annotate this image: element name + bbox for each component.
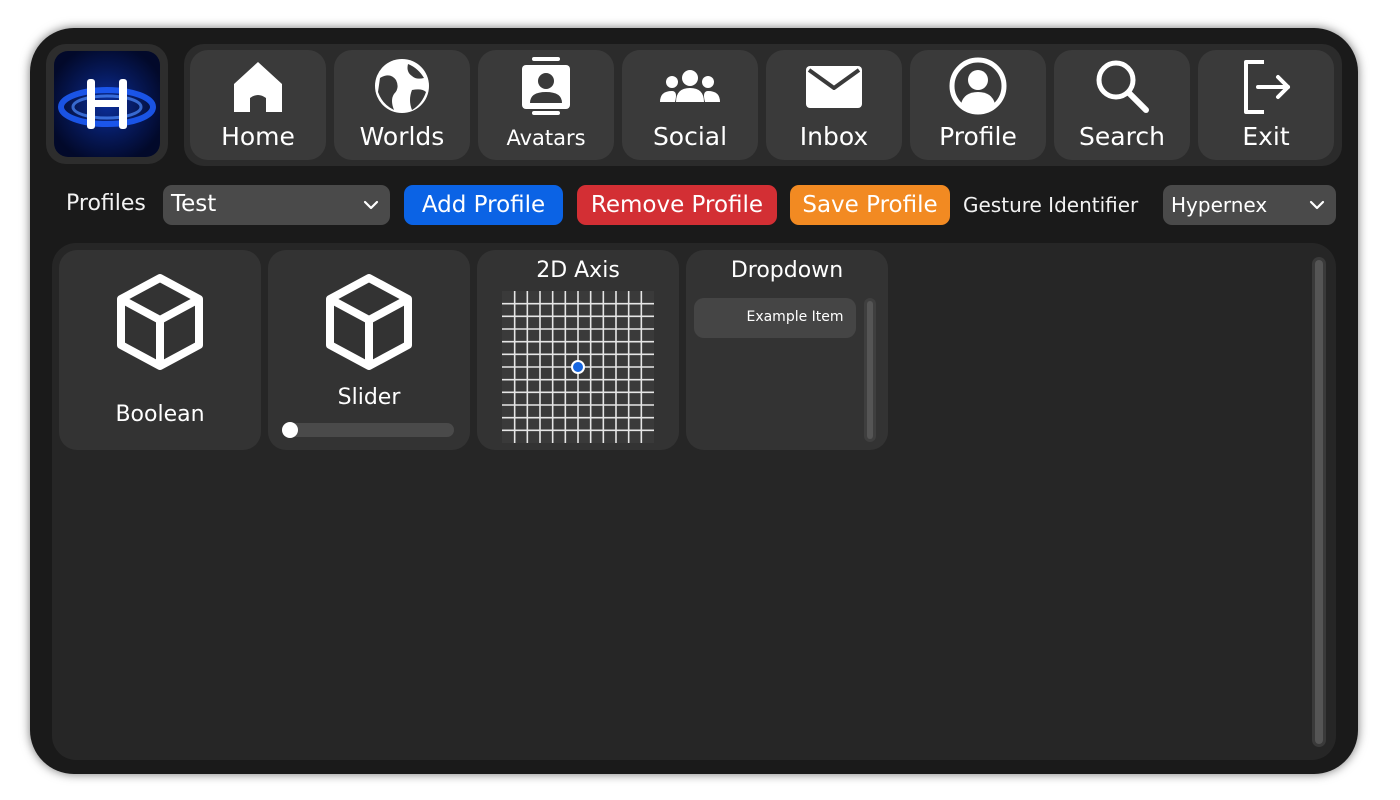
user-circle-icon: [949, 57, 1007, 115]
panel-scrollbar-thumb[interactable]: [1315, 260, 1323, 744]
axis-point[interactable]: [571, 360, 585, 374]
exit-icon: [1244, 60, 1290, 114]
nav-social-label: Social: [652, 122, 728, 151]
add-profile-button[interactable]: Add Profile: [404, 185, 563, 225]
search-icon: [1096, 60, 1149, 113]
slider-card: Slider: [268, 250, 470, 450]
profiles-label: Profiles: [66, 191, 146, 216]
remove-profile-button[interactable]: Remove Profile: [577, 185, 777, 225]
app-window: Home Worlds Avatars Social Inbox Profile…: [30, 28, 1358, 774]
slider-handle[interactable]: [282, 422, 298, 438]
nav-search-button[interactable]: Search: [1054, 50, 1190, 160]
dropdown-card: Dropdown Example Item: [686, 250, 888, 450]
boolean-card-title: Boolean: [115, 402, 205, 427]
people-icon: [660, 70, 720, 102]
gesture-identifier-select[interactable]: Hypernex: [1163, 185, 1336, 225]
globe-icon: [375, 59, 429, 113]
nav-home-label: Home: [221, 122, 295, 151]
axis-card-title: 2D Axis: [536, 258, 620, 283]
chevron-down-icon: [1309, 200, 1325, 210]
panel-scrollbar[interactable]: [1312, 257, 1326, 747]
dropdown-scrollbar[interactable]: [864, 298, 876, 442]
nav-inbox-label: Inbox: [799, 122, 869, 151]
slider-card-title: Slider: [337, 385, 401, 410]
cube-icon: [117, 274, 203, 370]
envelope-icon: [806, 66, 862, 108]
nav-profile-label: Profile: [939, 122, 1017, 151]
hypernex-logo: [54, 51, 160, 157]
nav-avatars-label: Avatars: [506, 126, 586, 150]
cube-icon: [326, 274, 412, 370]
boolean-card[interactable]: Boolean: [59, 250, 261, 450]
profile-toolbar: Profiles Test Add Profile Remove Profile…: [30, 183, 1358, 227]
axis-grid[interactable]: [502, 291, 654, 443]
save-profile-button[interactable]: Save Profile: [790, 185, 950, 225]
profile-select-value: Test: [171, 191, 217, 217]
nav-worlds-button[interactable]: Worlds: [334, 50, 470, 160]
gesture-identifier-label: Gesture Identifier: [963, 193, 1139, 217]
nav-home-button[interactable]: Home: [190, 50, 326, 160]
nav-profile-button[interactable]: Profile: [910, 50, 1046, 160]
chevron-down-icon: [363, 200, 379, 210]
nav-exit-button[interactable]: Exit: [1198, 50, 1334, 160]
profile-select[interactable]: Test: [163, 185, 390, 225]
gesture-identifier-value: Hypernex: [1171, 193, 1268, 217]
nav-avatars-button[interactable]: Avatars: [478, 50, 614, 160]
nav-search-label: Search: [1079, 122, 1165, 151]
nav-social-button[interactable]: Social: [622, 50, 758, 160]
dropdown-scrollbar-thumb[interactable]: [867, 301, 873, 439]
home-icon: [234, 62, 282, 112]
nav-worlds-label: Worlds: [359, 122, 445, 151]
parameters-panel: Boolean Slider 2D Axis Dropdown Example …: [52, 243, 1336, 760]
axis-card: 2D Axis: [477, 250, 679, 450]
nav-inbox-button[interactable]: Inbox: [766, 50, 902, 160]
avatar-icon: [522, 57, 570, 115]
main-nav: Home Worlds Avatars Social Inbox Profile…: [184, 44, 1342, 166]
nav-exit-label: Exit: [1242, 122, 1290, 151]
dropdown-item-label: Example Item: [746, 309, 844, 325]
logo-tile[interactable]: [46, 44, 168, 164]
dropdown-item[interactable]: Example Item: [694, 298, 856, 338]
dropdown-card-title: Dropdown: [730, 258, 844, 283]
slider-track[interactable]: [282, 422, 454, 438]
